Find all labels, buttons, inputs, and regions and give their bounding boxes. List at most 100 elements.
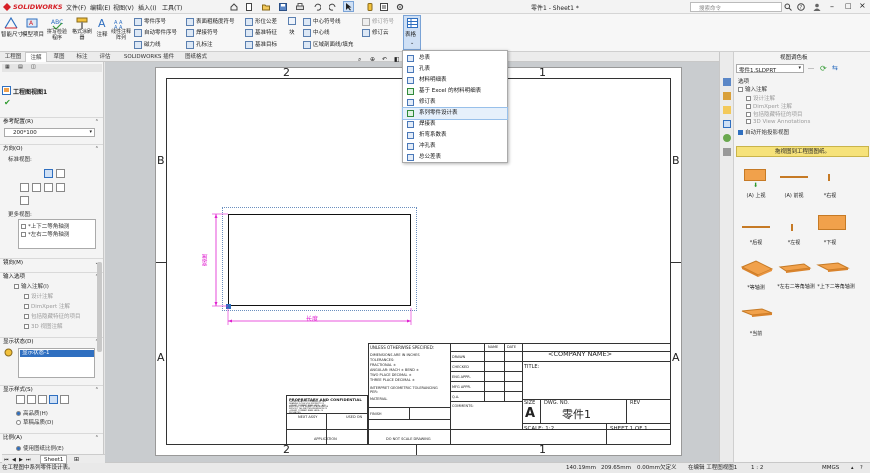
rp-dimxpert-checkbox[interactable]: DimXpert 注解 (746, 102, 792, 110)
redo-icon[interactable] (328, 3, 337, 11)
menu-item-punch-table[interactable]: 冲孔表 (403, 141, 507, 152)
company-name[interactable]: <COMPANY NAME> (548, 350, 612, 358)
scale-header[interactable]: 比例(A) ⌃ (0, 433, 103, 442)
section-view-icon[interactable]: ◧ (394, 56, 400, 63)
note-icon[interactable]: A (95, 16, 109, 30)
maximize-icon[interactable]: □ (845, 2, 852, 10)
refresh-icon[interactable]: ⟳ (820, 64, 829, 73)
display-style-header[interactable]: 显示样式(S) ⌃ (0, 385, 103, 394)
spell-checker-icon[interactable]: ABC (50, 16, 64, 30)
view-thumb-current[interactable] (740, 307, 774, 319)
add-sheet-icon[interactable]: ⊞ (74, 455, 79, 465)
view-thumb-isometric[interactable] (740, 259, 774, 279)
hole-callout-button[interactable]: 孔标注 (186, 40, 213, 49)
dimxpert-annotations-checkbox[interactable]: DimXpert 注解 (24, 302, 70, 310)
menu-item-excel-bom[interactable]: 基于 Excel 的材料明细表 (403, 86, 507, 97)
feature-tree-icon[interactable]: ▦ (5, 64, 10, 70)
unit-system[interactable]: MMGS (822, 463, 839, 473)
ok-check-icon[interactable]: ✔ (4, 98, 11, 107)
chevron-up-icon[interactable]: ▴ (851, 463, 854, 473)
undo-icon[interactable] (313, 3, 322, 11)
configuration-icon[interactable]: ◫ (31, 64, 36, 70)
format-painter-button[interactable]: 格式涂刷器 (70, 29, 94, 41)
revision-cloud-button[interactable]: 修订云 (362, 28, 389, 37)
import-annotations-checkbox[interactable]: 输入注解(I) (14, 282, 49, 290)
auto-projected-view-checkbox[interactable]: 自动开始投影视图 (738, 128, 789, 136)
view-right-icon[interactable] (56, 183, 65, 192)
style-hidden-visible-icon[interactable] (27, 395, 36, 404)
dwg-no-value[interactable]: 零件1 (562, 406, 591, 422)
menu-tools[interactable]: 工具(T) (162, 3, 182, 12)
view-left-icon[interactable] (20, 183, 29, 192)
balloon-button[interactable]: 零件序号 (134, 17, 166, 26)
display-state-item[interactable]: 显示状态-1 (20, 350, 94, 357)
view-front-icon[interactable] (44, 169, 53, 178)
revision-symbol-button[interactable]: 修订符号 (362, 17, 394, 26)
area-hatch-button[interactable]: 区域剖面线/填充 (303, 40, 353, 49)
menu-item-general-table[interactable]: 总表 (403, 53, 507, 64)
style-shaded-icon[interactable] (60, 395, 69, 404)
mirror-header[interactable]: 镜向(M)⌄ (0, 258, 103, 267)
menu-item-revision-table[interactable]: 修订表 (403, 97, 507, 108)
view-thumb-dimetric-tb[interactable] (816, 261, 850, 275)
more-view-item[interactable]: *左右二等角轴测 (21, 230, 69, 238)
width-dimension[interactable]: 宽度 (201, 254, 210, 266)
rebuild-icon[interactable] (366, 3, 374, 11)
help-icon[interactable]: ? (797, 3, 805, 11)
view-top-icon[interactable] (32, 183, 41, 192)
menu-item-bend-table[interactable]: 折弯系数表 (403, 130, 507, 141)
datum-target-button[interactable]: 基准目标 (245, 40, 277, 49)
view-thumb-top[interactable] (744, 169, 766, 181)
appearances-icon[interactable] (723, 134, 731, 142)
linear-note-pattern-button[interactable]: 线性注释阵列 (110, 29, 132, 41)
smart-dimension-icon[interactable] (3, 16, 19, 30)
linear-note-pattern-icon[interactable]: A AA A (114, 16, 128, 31)
view-thumb-front[interactable] (780, 176, 808, 178)
view-bottom-icon[interactable] (44, 183, 53, 192)
browse-ellipsis-button[interactable]: … (808, 64, 816, 73)
style-shaded-edges-icon[interactable] (49, 395, 58, 404)
surface-finish-button[interactable]: 表面粗糙度符号 (186, 17, 235, 26)
magnetic-line-button[interactable]: 磁力线 (134, 40, 161, 49)
table-button[interactable]: 表格 ⌄ (403, 15, 421, 50)
search-icon[interactable] (784, 3, 792, 11)
geometric-tolerance-button[interactable]: 形位公差 (245, 17, 277, 26)
length-dimension[interactable]: 长度 (306, 314, 318, 323)
help-status-icon[interactable]: ? (860, 463, 863, 473)
tab-drawing[interactable]: 工程图 (2, 52, 24, 62)
menu-view[interactable]: 视图(V) (113, 3, 134, 12)
block-icon[interactable] (288, 17, 296, 25)
file-properties-icon[interactable] (380, 3, 388, 11)
menu-insert[interactable]: 插入(I) (138, 3, 156, 12)
menu-item-weld-table[interactable]: 焊接表 (403, 119, 507, 130)
pin-icon[interactable]: ⇆ (832, 64, 841, 73)
view-thumb-bottom[interactable] (818, 215, 846, 230)
view-thumb-dimetric-lr[interactable] (778, 262, 812, 276)
menu-edit[interactable]: 编辑(E) (90, 3, 110, 12)
minimize-icon[interactable]: – (830, 2, 834, 11)
close-icon[interactable]: × (859, 1, 866, 10)
title-block[interactable]: UNLESS OTHERWISE SPECIFIED: DIMENSIONS A… (286, 343, 671, 445)
zoom-area-icon[interactable]: ⊕ (370, 56, 375, 63)
previous-view-icon[interactable]: ↶ (382, 56, 387, 63)
format-painter-icon[interactable] (75, 16, 89, 30)
center-mark-button[interactable]: 中心符号线 (303, 17, 341, 26)
style-wireframe-icon[interactable] (16, 395, 25, 404)
dimension-graphics[interactable] (208, 208, 418, 328)
save-icon[interactable] (279, 3, 287, 11)
tab-annotation[interactable]: 注解 (25, 52, 47, 62)
view-thumb-right[interactable] (828, 174, 830, 181)
tab-solidworks-addins[interactable]: SOLIDWORKS 插件 (118, 52, 180, 62)
3d-view-annotations-checkbox[interactable]: 3D 视图注解 (24, 322, 62, 330)
rp-hidden-features-checkbox[interactable]: 包括隐藏特征的项目 (746, 110, 803, 118)
rp-3d-annotations-checkbox[interactable]: 3D View Annotations (746, 119, 810, 125)
design-library-icon[interactable] (723, 92, 731, 100)
select-cursor-icon[interactable] (343, 1, 354, 12)
file-explorer-icon[interactable] (723, 106, 731, 114)
home-icon[interactable] (230, 3, 238, 11)
tab-sheet-format[interactable]: 图纸格式 (181, 52, 211, 62)
open-folder-icon[interactable] (262, 3, 270, 11)
orientation-header[interactable]: 方向(O) ⌃ (0, 144, 103, 153)
import-options-header[interactable]: 输入选项⌃ (0, 272, 103, 281)
new-document-icon[interactable] (245, 3, 253, 11)
